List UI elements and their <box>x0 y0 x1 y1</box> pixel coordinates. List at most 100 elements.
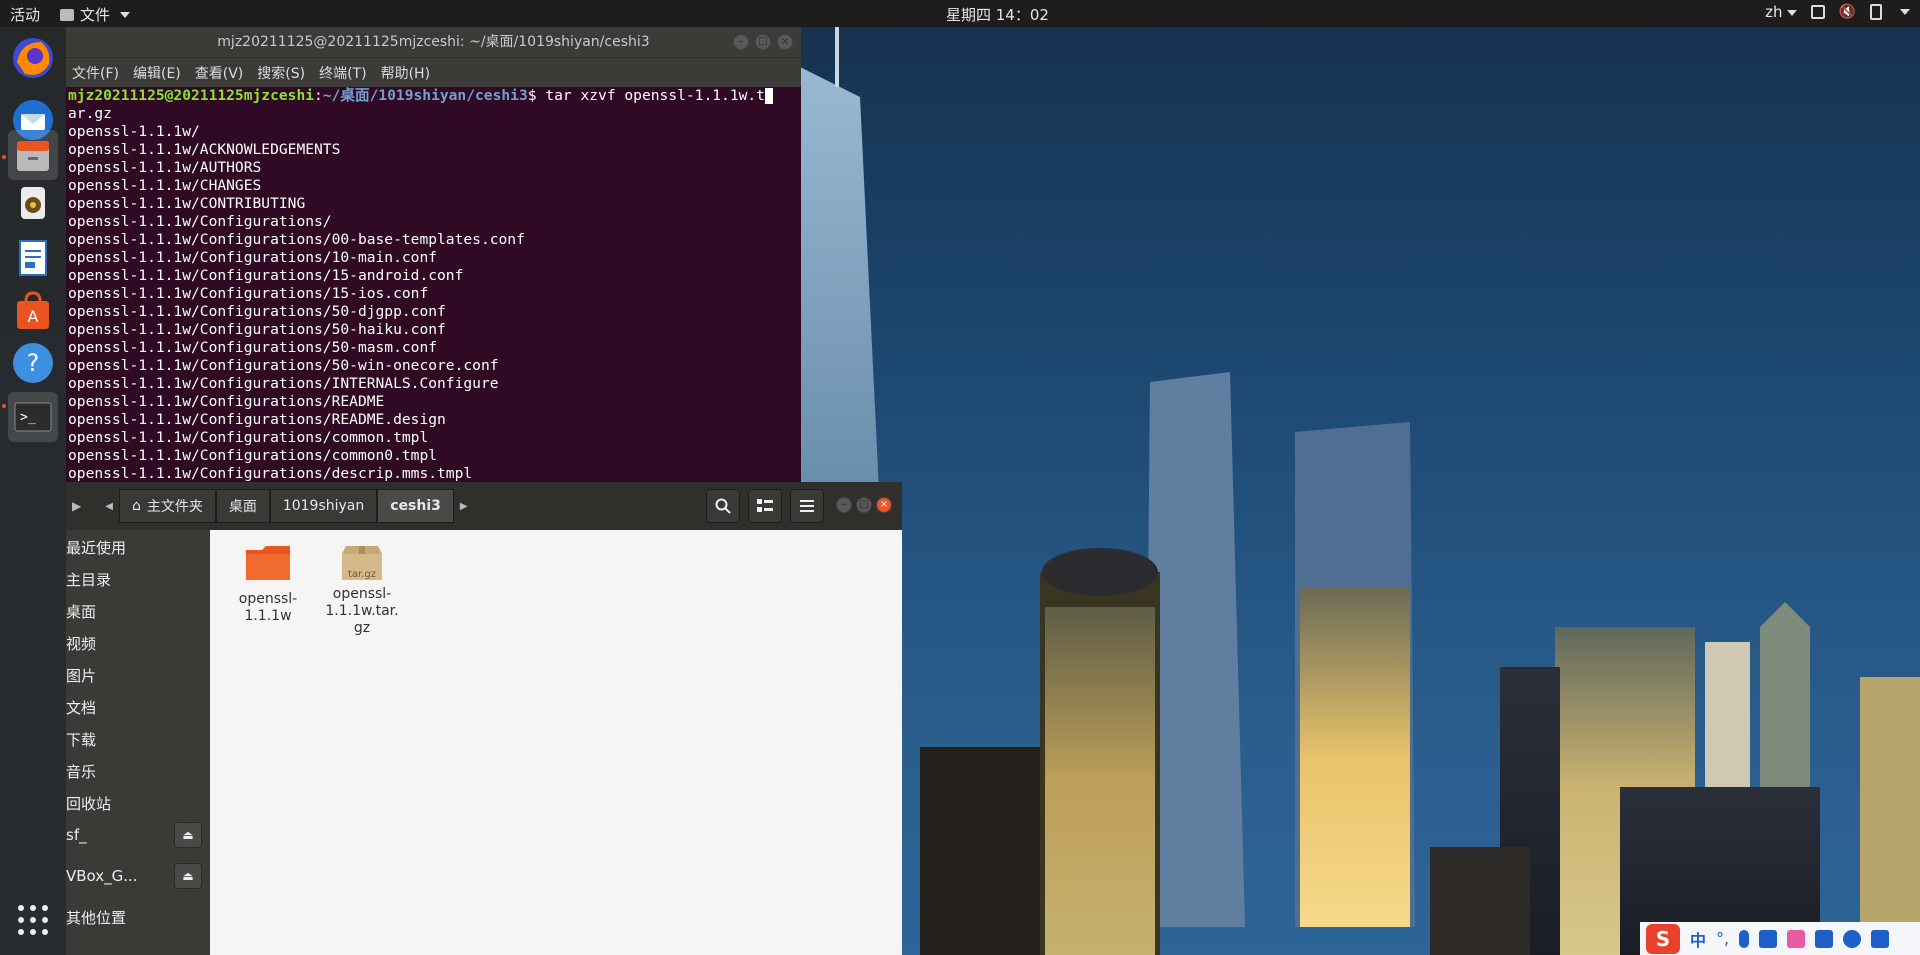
minimize-button[interactable]: – <box>836 497 852 513</box>
menu-terminal[interactable]: 终端(T) <box>319 63 366 83</box>
view-toggle-button[interactable] <box>748 489 782 523</box>
rhythmbox-icon[interactable] <box>8 178 58 228</box>
forward-history-arrow-icon[interactable]: ▶ <box>460 501 468 512</box>
toolbox-icon[interactable] <box>1871 929 1890 948</box>
path-left-arrow-icon[interactable]: ▶ <box>72 499 81 513</box>
app-menu[interactable]: 文件 <box>60 4 131 25</box>
eject-icon[interactable]: ⏏ <box>174 822 202 848</box>
files-app-icon <box>60 8 74 21</box>
search-icon <box>715 498 731 514</box>
terminal-icon[interactable]: >_ <box>8 392 58 442</box>
terminal-output-line: openssl-1.1.1w/AUTHORS <box>68 159 262 176</box>
close-button[interactable]: × <box>777 34 793 50</box>
breadcrumb: ⌂ 主文件夹 桌面 1019shiyan ceshi3 <box>118 489 454 523</box>
running-indicator <box>2 404 6 408</box>
close-button[interactable]: × <box>876 497 892 513</box>
maximize-button[interactable]: □ <box>755 34 771 50</box>
sidebar-item-videos[interactable]: 视频 <box>66 628 210 658</box>
list-view-icon <box>757 499 773 512</box>
shirt-icon[interactable] <box>1815 929 1834 948</box>
sidebar-item-other-locations[interactable]: 其他位置 <box>66 902 210 932</box>
running-indicator <box>2 155 6 159</box>
terminal-output[interactable]: mjz20211125@20211125mjzceshi:~/桌面/1019sh… <box>66 87 801 482</box>
robot-icon[interactable] <box>1843 929 1862 948</box>
file-manager-window[interactable]: ▶ ◀ ⌂ 主文件夹 桌面 1019shiyan ceshi3 ▶ – □ × … <box>66 482 902 955</box>
ime-language[interactable]: 中 <box>1690 927 1706 951</box>
eject-icon[interactable]: ⏏ <box>174 863 202 889</box>
punctuation-icon[interactable]: °, <box>1716 929 1729 948</box>
sogou-logo-icon[interactable]: S <box>1646 923 1680 954</box>
prompt-separator: : <box>314 87 323 104</box>
terminal-window[interactable]: mjz20211125@20211125mjzceshi: ~/桌面/1019s… <box>66 27 801 482</box>
file-view[interactable]: openssl- 1.1.1w tar.gz openssl- 1.1.1w.t… <box>210 530 902 955</box>
terminal-output-line: openssl-1.1.1w/Configurations/15-ios.con… <box>68 285 429 302</box>
file-item-folder[interactable]: openssl- 1.1.1w <box>228 542 308 625</box>
terminal-output-line: openssl-1.1.1w/Configurations/00-base-te… <box>68 231 525 248</box>
prompt-line: mjz20211125@20211125mjzceshi:~/桌面/1019sh… <box>68 87 801 105</box>
files-icon[interactable] <box>8 130 58 180</box>
terminal-output-line: openssl-1.1.1w/ <box>68 123 200 140</box>
menu-edit[interactable]: 编辑(E) <box>133 63 181 83</box>
help-icon[interactable]: ? <box>8 338 58 388</box>
menu-button[interactable] <box>790 489 824 523</box>
system-menu-chevron-icon[interactable] <box>1900 9 1910 15</box>
firefox-icon[interactable] <box>8 33 58 83</box>
keyboard-icon[interactable] <box>1759 929 1778 948</box>
terminal-output-line: openssl-1.1.1w/Configurations/ <box>68 213 332 230</box>
breadcrumb-desktop[interactable]: 桌面 <box>215 489 270 523</box>
svg-text:?: ? <box>27 349 40 377</box>
terminal-output-line: openssl-1.1.1w/Configurations/10-main.co… <box>68 249 438 266</box>
skin-icon[interactable] <box>1787 929 1806 948</box>
places-sidebar: 最近使用 主目录 桌面 视频 图片 文档 下载 音乐 回收站 sf_ ⏏ VBo… <box>66 530 210 955</box>
terminal-output-line: openssl-1.1.1w/CONTRIBUTING <box>68 195 306 212</box>
terminal-output-line: openssl-1.1.1w/Configurations/INTERNALS.… <box>68 375 499 392</box>
breadcrumb-home[interactable]: ⌂ 主文件夹 <box>118 489 216 523</box>
sidebar-item-music[interactable]: 音乐 <box>66 756 210 786</box>
activities-button[interactable]: 活动 <box>10 4 40 25</box>
writer-icon[interactable] <box>8 233 58 283</box>
terminal-title: mjz20211125@20211125mjzceshi: ~/桌面/1019s… <box>217 34 650 50</box>
microphone-icon[interactable] <box>1739 929 1750 948</box>
sidebar-item-downloads[interactable]: 下载 <box>66 724 210 754</box>
terminal-titlebar[interactable]: mjz20211125@20211125mjzceshi: ~/桌面/1019s… <box>66 27 801 57</box>
sidebar-item-pictures[interactable]: 图片 <box>66 660 210 690</box>
maximize-button[interactable]: □ <box>856 497 872 513</box>
sidebar-item-documents[interactable]: 文档 <box>66 692 210 722</box>
clock[interactable]: 星期四 14：02 <box>946 4 1049 25</box>
menu-search[interactable]: 搜索(S) <box>257 63 305 83</box>
software-center-icon[interactable]: A <box>8 286 58 336</box>
terminal-output-line: openssl-1.1.1w/ACKNOWLEDGEMENTS <box>68 141 341 158</box>
top-panel: 活动 文件 星期四 14：02 zh 🔇 <box>0 0 1920 27</box>
terminal-menubar: 文件(F) 编辑(E) 查看(V) 搜索(S) 终端(T) 帮助(H) <box>66 57 801 87</box>
back-history-arrow-icon[interactable]: ◀ <box>105 501 113 512</box>
sidebar-item-recent[interactable]: 最近使用 <box>66 532 210 562</box>
hamburger-icon <box>800 500 814 512</box>
minimize-button[interactable]: – <box>733 34 749 50</box>
menu-view[interactable]: 查看(V) <box>195 63 244 83</box>
breadcrumb-ceshi3[interactable]: ceshi3 <box>377 489 454 523</box>
show-apps-icon[interactable] <box>8 895 58 945</box>
prompt-user: mjz20211125@20211125mjzceshi <box>68 87 315 104</box>
sidebar-item-home[interactable]: 主目录 <box>66 564 210 594</box>
status-area[interactable]: zh 🔇 <box>1765 3 1910 21</box>
sidebar-item-trash[interactable]: 回收站 <box>66 788 210 818</box>
menu-help[interactable]: 帮助(H) <box>381 63 430 83</box>
breadcrumb-1019shiyan[interactable]: 1019shiyan <box>269 489 378 523</box>
file-item-archive[interactable]: tar.gz openssl- 1.1.1w.tar. gz <box>322 540 402 637</box>
ime-toolbar[interactable]: S 中 °, <box>1640 922 1920 955</box>
input-method-indicator[interactable]: zh <box>1765 3 1797 21</box>
chevron-down-icon <box>120 11 131 18</box>
terminal-output-line: openssl-1.1.1w/Configurations/50-djgpp.c… <box>68 303 446 320</box>
menu-file[interactable]: 文件(F) <box>72 63 119 83</box>
network-icon[interactable] <box>1810 5 1825 19</box>
file-name: openssl- 1.1.1w.tar. gz <box>325 586 399 636</box>
sidebar-item-desktop[interactable]: 桌面 <box>66 596 210 626</box>
archive-badge: tar.gz <box>347 569 377 580</box>
volume-muted-icon[interactable]: 🔇 <box>1839 4 1856 20</box>
file-manager-headerbar: ▶ ◀ ⌂ 主文件夹 桌面 1019shiyan ceshi3 ▶ – □ × <box>66 482 902 530</box>
terminal-output-line: openssl-1.1.1w/Configurations/common0.tm… <box>68 447 438 464</box>
svg-text:>_: >_ <box>20 410 36 425</box>
dock: A ? >_ <box>0 27 66 955</box>
search-button[interactable] <box>706 489 740 523</box>
battery-icon[interactable] <box>1870 4 1882 20</box>
